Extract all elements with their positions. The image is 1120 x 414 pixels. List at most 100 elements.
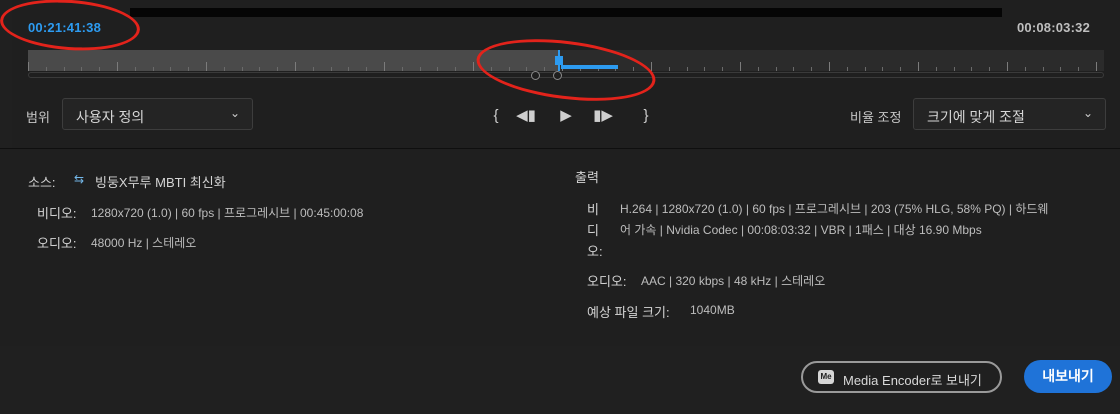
estimated-size-value: 1040MB [690, 303, 735, 317]
timeline-tick [348, 67, 350, 71]
timeline-tick [99, 67, 101, 71]
timeline-tick [63, 67, 65, 71]
timeline-tick [1060, 67, 1062, 71]
timeline-tick [740, 62, 741, 71]
timeline-tick [490, 67, 492, 71]
play-button[interactable]: ▶ [556, 106, 576, 126]
timeline-tick [846, 67, 848, 71]
source-audio-value: 48000 Hz | 스테레오 [91, 236, 197, 250]
timeline-tick [704, 67, 706, 71]
scale-select[interactable]: 크기에 맞게 조절 ⌄ [913, 98, 1106, 130]
timeline-tick [793, 67, 795, 71]
range-select-value: 사용자 정의 [76, 109, 145, 125]
timeline-tick [384, 62, 385, 71]
timeline-tick [811, 67, 813, 71]
transport-controls: { ◀▮ ▶ ▮▶ } [486, 106, 656, 126]
timeline-tick [953, 67, 955, 71]
timeline-tick [259, 67, 261, 71]
range-start-handle[interactable] [531, 71, 540, 80]
preview-strip [130, 8, 1002, 17]
chevron-down-icon: ⌄ [229, 106, 240, 120]
export-button[interactable]: 내보내기 [1024, 360, 1112, 393]
timeline-tick [971, 67, 973, 71]
timeline-tick [686, 67, 688, 71]
timeline-tick [651, 62, 652, 71]
timeline-tick [455, 67, 457, 71]
timeline-played-range [28, 50, 559, 71]
output-video-label-1: 비 [587, 202, 599, 217]
timeline-scrubber[interactable] [28, 50, 1104, 80]
timeline-tick [989, 67, 991, 71]
timeline-tick [526, 67, 528, 71]
timeline-tick [152, 67, 154, 71]
timeline-tick [829, 62, 830, 71]
timeline-tick [134, 67, 136, 71]
controls-row: 범위 사용자 정의 ⌄ { ◀▮ ▶ ▮▶ } 비율 조정 크기에 맞게 조절 … [0, 96, 1120, 136]
timeline-tick [1024, 67, 1026, 71]
timeline-tick [1007, 62, 1008, 71]
timeline-tick [188, 67, 190, 71]
timeline-tick [312, 67, 314, 71]
timeline-tick [900, 67, 902, 71]
timeline-tick [419, 67, 421, 71]
bottom-action-bar: Me Media Encoder로 보내기 내보내기 [0, 346, 1120, 414]
step-back-button[interactable]: ◀▮ [516, 106, 536, 126]
timeline-tick [81, 67, 83, 71]
source-label: 소스: [28, 175, 56, 190]
output-title: 출력 [575, 170, 599, 185]
source-video-value: 1280x720 (1.0) | 60 fps | 프로그레시브 | 00:45… [91, 206, 364, 220]
timeline-tick [366, 67, 368, 71]
range-label: 범위 [26, 110, 50, 125]
output-audio-value: AAC | 320 kbps | 48 kHz | 스테레오 [641, 274, 826, 288]
estimated-size-label: 예상 파일 크기: [587, 305, 670, 320]
mark-in-button[interactable]: { [486, 106, 506, 126]
timeline-tick [1042, 67, 1044, 71]
send-to-media-encoder-label: Media Encoder로 보내기 [843, 373, 982, 388]
current-timecode: 00:21:41:38 [28, 20, 102, 35]
timeline-tick [206, 62, 207, 71]
mark-out-button[interactable]: } [636, 106, 656, 126]
output-video-label-2: 디 [587, 223, 599, 238]
timeline-tick [401, 67, 403, 71]
timeline-tick [330, 67, 332, 71]
timeline-tick [882, 67, 884, 71]
sequence-icon: ⇆ [74, 172, 85, 186]
source-name: 빙둥X무루 MBTI 최신화 [95, 175, 226, 190]
range-select[interactable]: 사용자 정의 ⌄ [62, 98, 253, 130]
playhead-handle[interactable] [555, 56, 564, 65]
scale-select-value: 크기에 맞게 조절 [927, 109, 1025, 125]
chevron-down-icon: ⌄ [1082, 106, 1093, 120]
timeline-tick [170, 67, 172, 71]
timeline-tick [277, 67, 279, 71]
source-audio-label: 오디오: [37, 236, 77, 251]
timeline-tick [935, 67, 937, 71]
timeline-tick [918, 62, 919, 71]
step-forward-button[interactable]: ▮▶ [593, 106, 613, 126]
source-video-label: 비디오: [37, 206, 77, 221]
timeline-tick [864, 67, 866, 71]
timeline-tick [45, 67, 47, 71]
timeline-zoom-scrollbar[interactable] [28, 72, 1104, 78]
output-audio-label: 오디오: [587, 274, 627, 289]
timeline-tick [241, 67, 243, 71]
timeline-tick [295, 62, 296, 71]
timeline-tick [633, 67, 635, 71]
range-end-handle[interactable] [553, 71, 562, 80]
scale-label: 비율 조정 [850, 110, 902, 125]
timeline-tick [757, 67, 759, 71]
timeline-tick [668, 67, 670, 71]
timeline-tick [1078, 67, 1080, 71]
timeline-tick [508, 67, 510, 71]
timeline-tick [544, 67, 546, 71]
timeline-tick [775, 67, 777, 71]
selected-range-bar[interactable] [560, 65, 618, 69]
output-video-label-3: 오: [587, 244, 603, 259]
timeline-tick [117, 62, 118, 71]
timeline-tick [1096, 62, 1097, 71]
timeline-tick [437, 67, 439, 71]
output-video-value-line-1: H.264 | 1280x720 (1.0) | 60 fps | 프로그레시브… [620, 202, 1049, 216]
send-to-media-encoder-button[interactable]: Me Media Encoder로 보내기 [801, 361, 1002, 393]
media-encoder-icon: Me [818, 370, 834, 384]
timeline-tick [473, 62, 474, 71]
export-summary-panel: 소스: ⇆ 빙둥X무루 MBTI 최신화 비디오: 1280x720 (1.0)… [0, 148, 1120, 348]
